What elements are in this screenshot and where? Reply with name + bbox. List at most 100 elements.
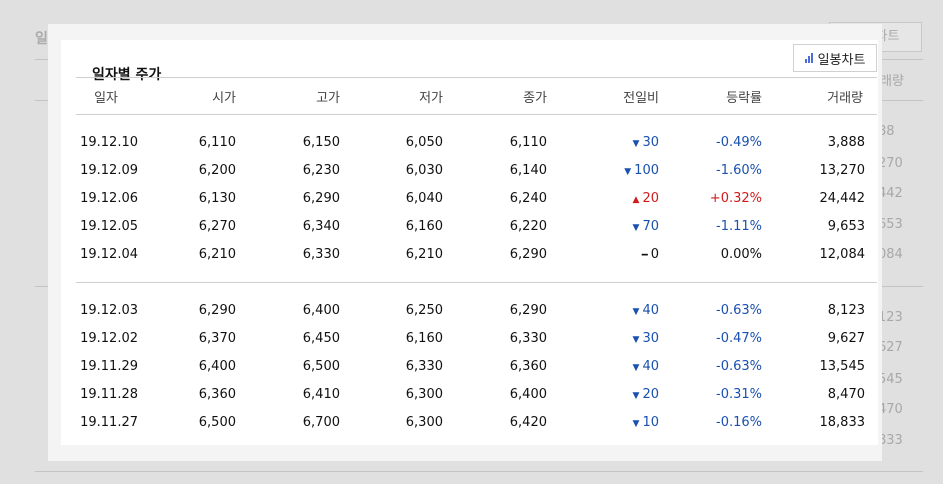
row-close: 6,330: [509, 331, 547, 347]
row-change-value: 30: [642, 331, 659, 347]
row-close: 6,110: [509, 135, 547, 151]
up-arrow-icon: ▲: [632, 194, 640, 205]
row-close: 6,290: [509, 246, 547, 262]
flat-dash-icon: ━: [641, 249, 648, 261]
row-change: ▼ 30: [547, 135, 659, 150]
header-close: 종가: [523, 90, 547, 106]
table-row: 19.12.10 6,110 6,150 6,050 6,110 ▼ 30 -0.49% 3,8…: [76, 129, 877, 157]
row-rate: -1.60%: [716, 163, 762, 179]
row-volume: 9,627: [827, 331, 865, 347]
table-row: 19.12.09 6,200 6,230 6,030 6,140 ▼ 100 -1.60% 13…: [76, 157, 877, 185]
header-open: 시가: [212, 90, 236, 106]
row-high: 6,450: [302, 331, 340, 347]
row-change-value: 100: [634, 163, 659, 179]
daily-chart-button[interactable]: 일봉차트: [793, 44, 877, 72]
row-open: 6,110: [198, 135, 236, 151]
row-low: 6,040: [405, 190, 443, 206]
row-open: 6,210: [198, 246, 236, 262]
row-change: ▼ 10: [547, 415, 659, 430]
row-volume: 3,888: [827, 135, 865, 151]
table-row: 19.12.06 6,130 6,290 6,040 6,240 ▲ 20 +0.32% 24,…: [76, 185, 877, 213]
row-date: 19.11.29: [80, 358, 138, 374]
daily-chart-button-label: 일봉차트: [817, 52, 866, 68]
row-low: 6,250: [405, 303, 443, 319]
row-open: 6,270: [198, 218, 236, 234]
row-high: 6,500: [302, 358, 340, 374]
row-change-value: 0: [650, 246, 659, 262]
row-change: ▼ 40: [547, 359, 659, 374]
row-change-value: 40: [642, 358, 659, 374]
down-arrow-icon: ▼: [632, 390, 640, 401]
row-close: 6,220: [509, 218, 547, 234]
row-volume: 9,653: [827, 218, 865, 234]
row-open: 6,400: [198, 358, 236, 374]
row-change-value: 10: [642, 414, 659, 430]
row-change-value: 20: [642, 190, 659, 206]
row-volume: 13,270: [819, 163, 866, 179]
bar-chart-icon: [804, 53, 813, 63]
row-low: 6,160: [405, 218, 443, 234]
row-high: 6,150: [302, 135, 340, 151]
table-row: 19.11.28 6,360 6,410 6,300 6,400 ▼ 20 -0.31% 8,4…: [76, 380, 877, 408]
row-rate: -1.11%: [716, 218, 762, 234]
row-high: 6,230: [302, 163, 340, 179]
row-date: 19.12.06: [80, 190, 138, 206]
row-low: 6,030: [405, 163, 443, 179]
row-open: 6,360: [198, 386, 236, 402]
row-change: ▼ 70: [547, 219, 659, 234]
row-rate: -0.63%: [716, 358, 762, 374]
row-change-value: 70: [642, 218, 659, 234]
down-arrow-icon: ▼: [632, 139, 640, 150]
header-high: 고가: [316, 90, 340, 106]
row-low: 6,050: [405, 135, 443, 151]
row-rate: +0.32%: [709, 190, 762, 206]
table-row: 19.12.03 6,290 6,400 6,250 6,290 ▼ 40 -0.63% 8,1…: [76, 297, 877, 325]
row-change: ▼ 40: [547, 303, 659, 318]
row-date: 19.12.05: [80, 218, 138, 234]
row-change: ━ 0: [547, 247, 659, 262]
row-volume: 8,123: [827, 303, 865, 319]
row-rate: -0.31%: [716, 386, 762, 402]
row-high: 6,400: [302, 303, 340, 319]
row-date: 19.11.27: [80, 414, 138, 430]
down-arrow-icon: ▼: [632, 335, 640, 346]
row-high: 6,410: [302, 386, 340, 402]
header-change: 전일비: [623, 90, 659, 106]
down-arrow-icon: ▼: [632, 222, 640, 233]
down-arrow-icon: ▼: [624, 167, 632, 178]
row-high: 6,330: [302, 246, 340, 262]
row-low: 6,160: [405, 331, 443, 347]
header-date: 일자: [94, 90, 118, 106]
row-date: 19.12.04: [80, 246, 138, 262]
table-row: 19.11.27 6,500 6,700 6,300 6,420 ▼ 10 -0.16% 18,…: [76, 408, 877, 436]
table-header: 일자 시가 고가 저가 종가 전일비 등락률 거래량: [76, 77, 877, 115]
row-close: 6,140: [509, 163, 547, 179]
row-change: ▼ 30: [547, 331, 659, 346]
group-divider: [76, 281, 877, 283]
down-arrow-icon: ▼: [632, 418, 640, 429]
row-date: 19.12.02: [80, 331, 138, 347]
header-low: 저가: [419, 90, 443, 106]
row-open: 6,200: [198, 163, 236, 179]
row-open: 6,370: [198, 331, 236, 347]
row-volume: 8,470: [827, 386, 865, 402]
table-row: 19.11.29 6,400 6,500 6,330 6,360 ▼ 40 -0.63% 13,…: [76, 353, 877, 381]
price-table: 일자 시가 고가 저가 종가 전일비 등락률 거래량 19.12.10 6,110…: [76, 77, 877, 436]
row-low: 6,300: [405, 386, 443, 402]
row-open: 6,290: [198, 303, 236, 319]
table-row: 19.12.02 6,370 6,450 6,160 6,330 ▼ 30 -0.47% 9,6…: [76, 325, 877, 353]
row-close: 6,400: [509, 386, 547, 402]
row-low: 6,300: [405, 414, 443, 430]
row-rate: -0.16%: [716, 414, 762, 430]
row-change: ▲ 20: [547, 191, 659, 206]
row-close: 6,290: [509, 303, 547, 319]
row-volume: 13,545: [819, 358, 866, 374]
row-high: 6,340: [302, 218, 340, 234]
row-high: 6,700: [302, 414, 340, 430]
row-rate: -0.47%: [716, 331, 762, 347]
row-rate: 0.00%: [720, 246, 762, 262]
row-date: 19.12.10: [80, 135, 138, 151]
header-volume: 거래량: [827, 90, 863, 106]
row-close: 6,240: [509, 190, 547, 206]
background-volume-fragment: 래량: [880, 74, 904, 89]
